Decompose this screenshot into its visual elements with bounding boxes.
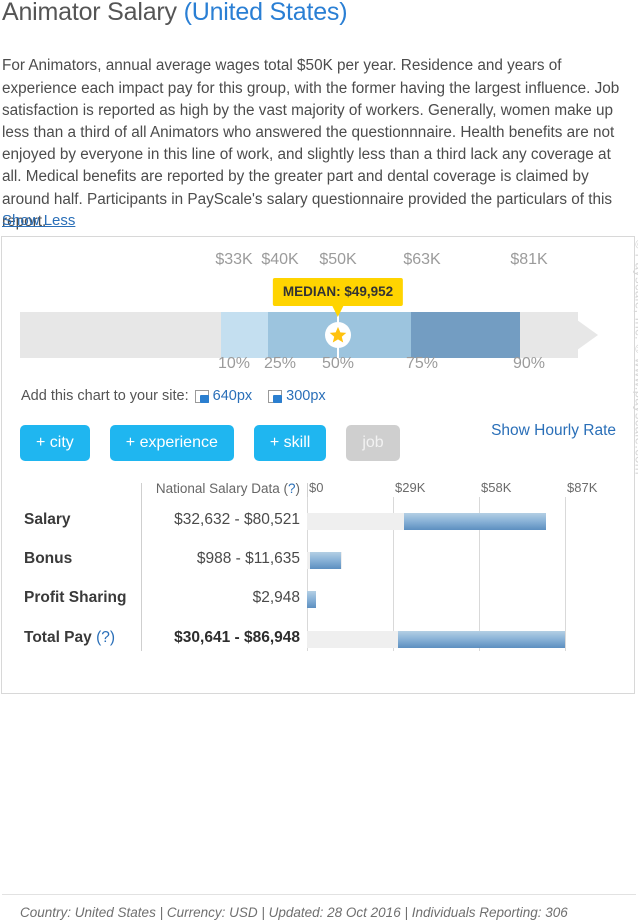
chart-axis-label: $0: [309, 480, 324, 495]
report-footer: Country: United States | Currency: USD |…: [20, 905, 568, 920]
image-icon: [268, 389, 283, 403]
table-row-bar: [309, 552, 342, 569]
chart-gridline: [565, 497, 566, 651]
table-row-bar: [397, 631, 565, 648]
help-icon[interactable]: (?): [92, 629, 115, 646]
table-row-label: Profit Sharing: [24, 589, 127, 606]
percentile-amount-tick: $81K: [510, 251, 548, 268]
salary-data-table: National Salary Data (?) $0 $29K $58K $87K …: [2, 477, 636, 920]
percentile-arrow-head: [566, 312, 598, 358]
table-row-bar: [403, 513, 546, 530]
image-icon: [194, 389, 209, 403]
add-skill-button[interactable]: + skill: [253, 425, 327, 461]
percentile-percent-tick: 90%: [512, 355, 546, 372]
salary-report-page: Animator Salary (United States) For Anim…: [0, 0, 638, 920]
table-row-value: $32,632 - $80,521: [174, 511, 300, 528]
percentile-percent-tick: 75%: [405, 355, 439, 372]
percentile-amount-tick: $33K: [215, 251, 253, 268]
percentile-percent-tick: 25%: [263, 355, 297, 372]
percentile-amount-tick: $50K: [319, 251, 357, 268]
embed-chart-row: Add this chart to your site: 640px 300px: [21, 388, 326, 404]
embed-link-300[interactable]: 300px: [268, 388, 326, 404]
chart-panel: $33K $40K $50K $63K $81K 10% 25% 50% 75% 90% MED…: [1, 236, 638, 920]
table-row-label: Salary: [24, 511, 71, 528]
table-row-bar: [307, 591, 316, 608]
percentile-chart: $33K $40K $50K $63K $81K 10% 25% 50% 75% 90% MED…: [2, 237, 636, 387]
median-callout: MEDIAN: $49,952: [272, 278, 404, 317]
embed-link-300-label: 300px: [286, 388, 326, 404]
embed-link-640[interactable]: 640px: [194, 388, 253, 404]
add-city-button[interactable]: + city: [20, 425, 90, 461]
help-icon[interactable]: ?: [288, 481, 296, 496]
national-salary-data-label: National Salary Data: [155, 481, 280, 496]
add-experience-button[interactable]: + experience: [109, 425, 234, 461]
percentile-percent-tick: 10%: [217, 355, 251, 372]
filter-button-row: + city + experience + skill job: [20, 425, 400, 461]
table-column-divider: [141, 483, 142, 651]
show-hourly-rate-link[interactable]: Show Hourly Rate: [491, 422, 616, 440]
job-button: job: [346, 425, 400, 461]
national-salary-data-header: National Salary Data (?): [155, 481, 300, 496]
table-row-value: $988 - $11,635: [196, 550, 300, 567]
page-title: Animator Salary (United States): [2, 0, 348, 27]
table-row-label: Bonus: [24, 550, 73, 567]
table-row-value: $30,641 - $86,948: [174, 629, 300, 646]
page-title-main: Animator Salary: [2, 0, 184, 26]
percentile-amount-tick: $40K: [261, 251, 299, 268]
chart-axis-label: $29K: [395, 480, 426, 495]
embed-link-640-label: 640px: [212, 388, 253, 404]
percentile-segment-p75-p90: [411, 312, 520, 358]
median-label: MEDIAN: $49,952: [282, 284, 394, 299]
footer-divider: [2, 894, 636, 895]
percentile-segment-p10-p25: [221, 312, 268, 358]
percentile-segment-below-10: [20, 312, 221, 358]
page-title-region: (United States): [183, 0, 348, 26]
chart-axis-label: $58K: [481, 480, 512, 495]
table-row-value: $2,948: [252, 589, 300, 606]
show-less-link[interactable]: Show Less: [2, 212, 75, 229]
percentile-bar-track: [20, 312, 598, 358]
intro-paragraph: For Animators, annual average wages tota…: [2, 57, 620, 230]
callout-tail: [331, 305, 344, 317]
chart-axis-label: $87K: [567, 480, 598, 495]
star-icon: [325, 322, 351, 348]
table-row-label: Total Pay (?): [24, 629, 116, 646]
percentile-amount-tick: $63K: [403, 251, 441, 268]
payscale-watermark: © Payscale, Inc. ® www.payscale.com: [632, 240, 638, 475]
embed-label: Add this chart to your site:: [21, 388, 189, 404]
